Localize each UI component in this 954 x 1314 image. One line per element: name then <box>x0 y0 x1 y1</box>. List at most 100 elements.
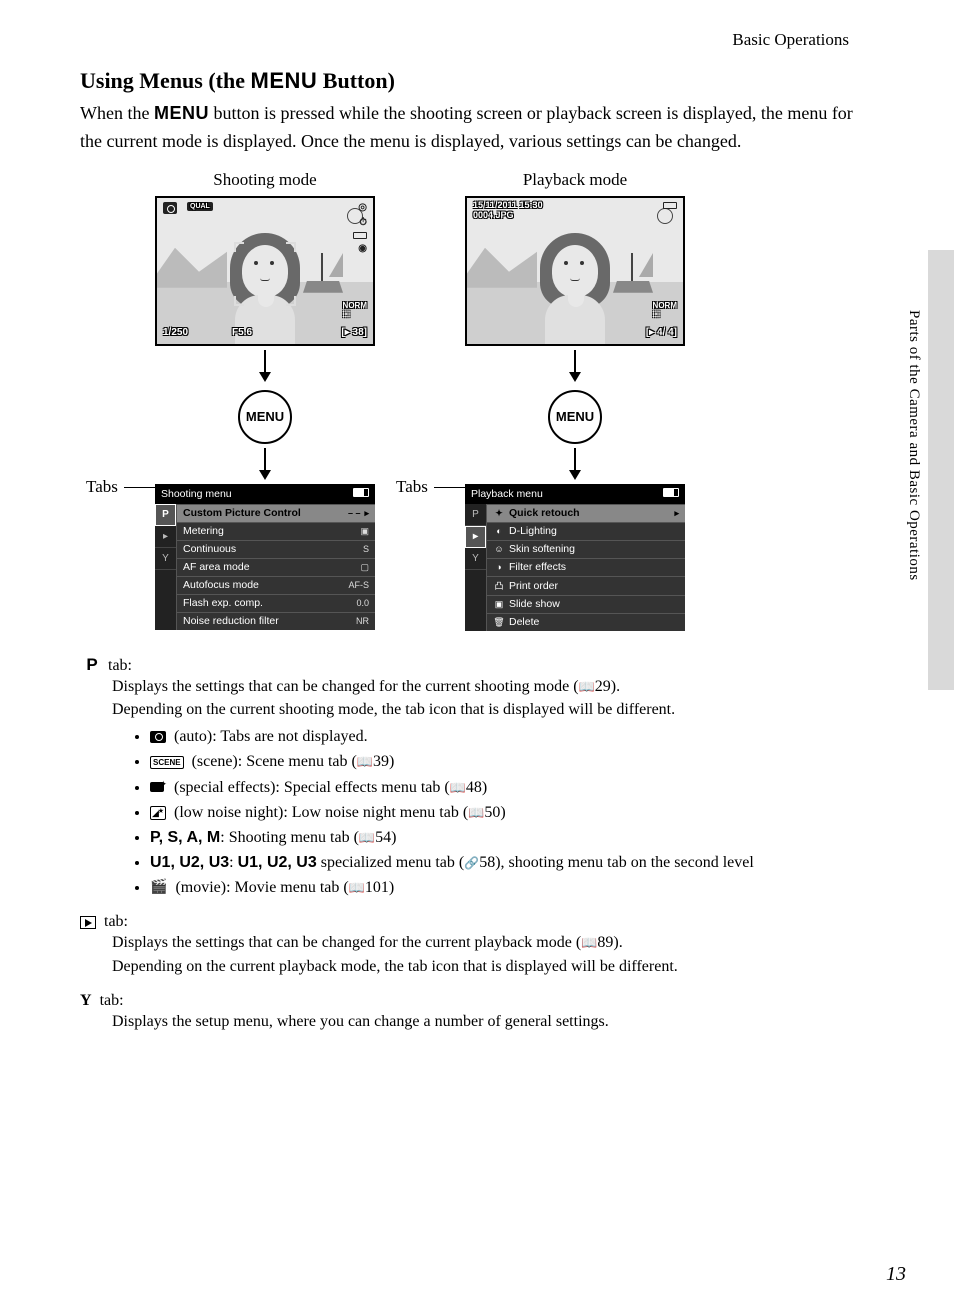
u-modes-2: U1, U2, U3 <box>238 854 317 871</box>
menu-item-value: – – <box>348 508 361 518</box>
menu-item-label: Print order <box>509 580 558 592</box>
menu-item-label: Filter effects <box>509 561 566 573</box>
bullet-user-modes: U1, U2, U3: U1, U2, U3 specialized menu … <box>150 851 874 874</box>
menu-item-value: S <box>363 544 369 554</box>
scene-icon: SCENE <box>150 756 184 770</box>
menu-item: ◐D-Lighting <box>487 522 685 540</box>
page-ref-89: 89). <box>597 934 622 951</box>
status-icons-right: ◎⏱ ◉ <box>353 202 367 254</box>
tabs-callout-label: Tabs <box>396 477 428 497</box>
bullet-lownoise: (low noise night): Low noise night menu … <box>150 801 874 824</box>
link-icon: 🔗 <box>464 856 479 870</box>
book-icon: 📖 <box>349 880 365 895</box>
tab-play: ▸ <box>155 526 176 548</box>
menu-item-label: Quick retouch <box>509 507 580 519</box>
menu-item: ✦ Quick retouch ▸ <box>487 504 685 522</box>
menu-title: Playback menu <box>471 488 543 500</box>
title-prefix: Using Menus (the <box>80 68 251 93</box>
psam-modes: P, S, A, M <box>150 829 220 846</box>
menu-button: MENU <box>548 390 602 444</box>
menu-item: ContinuousS <box>177 540 375 558</box>
page-ref-39: 39) <box>373 753 394 770</box>
page-ref-50: 50) <box>484 804 505 821</box>
battery-icon <box>663 488 679 500</box>
page-ref-48: 48) <box>466 779 487 796</box>
menu-item-label: Delete <box>509 616 539 628</box>
bullet-movie: 🎬 (movie): Movie menu tab (📖101) <box>150 876 874 899</box>
tab-strip: P ▸ Y <box>155 504 177 630</box>
tab-setup: Y <box>155 548 176 570</box>
camera-icon <box>150 731 166 743</box>
intro-menu-word: MENU <box>154 103 209 123</box>
norm-indicator: NORM⬚ <box>343 302 367 318</box>
tabs-callout-line <box>124 487 155 488</box>
menu-title: Shooting menu <box>161 488 232 500</box>
breadcrumb: Basic Operations <box>80 30 849 50</box>
menu-item-label: D-Lighting <box>509 525 557 537</box>
arrow-down <box>259 448 271 480</box>
menu-item-value: NR <box>356 616 369 626</box>
tab-p: P <box>465 504 486 526</box>
menu-button: MENU <box>238 390 292 444</box>
menu-item-value: AF-S <box>348 580 369 590</box>
menu-item-icon: ▣ <box>493 599 505 610</box>
title-menu-word: MENU <box>251 68 318 93</box>
bullet-scene: SCENE (scene): Scene menu tab (📖39) <box>150 750 874 773</box>
menu-item-label: Slide show <box>509 598 560 610</box>
menu-item-icon: 🗑 <box>493 617 505 628</box>
shutter-speed: 1/250 <box>163 327 188 338</box>
menu-item-label: Flash exp. comp. <box>183 597 263 609</box>
play-icon <box>80 916 96 929</box>
menu-item-value: ▣ <box>360 526 369 536</box>
menu-item: Flash exp. comp.0.0 <box>177 594 375 612</box>
menu-item: Noise reduction filterNR <box>177 612 375 630</box>
bullet-auto: (auto): Tabs are not displayed. <box>150 725 874 748</box>
menu-item: Autofocus mode AF-S <box>177 576 375 594</box>
book-icon: 📖 <box>468 805 484 820</box>
tabs-callout-label: Tabs <box>86 477 118 497</box>
book-icon: 📖 <box>579 679 595 694</box>
tab-word: tab: <box>100 992 124 1009</box>
menu-item-label: AF area mode <box>183 561 250 573</box>
caret-icon: ▸ <box>364 508 369 518</box>
setup-tab-description: Y tab: Displays the setup menu, where yo… <box>80 992 874 1034</box>
page-ref-29: 29). <box>595 678 620 695</box>
book-icon: 📖 <box>357 754 373 769</box>
tab-strip: P ▸ Y <box>465 504 487 631</box>
intro-paragraph: When the MENU button is pressed while th… <box>80 100 874 156</box>
page-ref-58: 58), shooting menu tab on the second lev… <box>479 854 754 871</box>
playback-column: Playback mode 15/11/2011 15:30 0004.JPG <box>450 170 700 631</box>
menu-item-icon: ✦ <box>493 508 505 519</box>
playback-menu-panel: Playback menu P ▸ Y ✦ Quick retouch ▸ ◐D-Li… <box>465 484 685 631</box>
date-time: 15/11/2011 15:30 0004.JPG <box>473 201 543 221</box>
low-noise-icon <box>150 806 166 820</box>
shooting-column: Shooting mode <box>140 170 390 631</box>
menu-item-label: Custom Picture Control <box>183 507 301 519</box>
menu-item: AF area mode ▢ <box>177 558 375 576</box>
page-number: 13 <box>886 1263 906 1286</box>
menu-item: Metering▣ <box>177 522 375 540</box>
menu-item-label: Autofocus mode <box>183 579 259 591</box>
book-icon: 📖 <box>450 780 466 795</box>
arrow-down <box>259 350 271 382</box>
arrow-down <box>569 448 581 480</box>
norm-indicator: NORM⬚ <box>653 302 677 318</box>
wrench-icon: Y <box>80 992 92 1010</box>
book-icon: 📖 <box>581 935 597 950</box>
menu-item-value: ▢ <box>360 562 369 572</box>
battery-icon <box>353 488 369 500</box>
tab-setup: Y <box>465 548 486 570</box>
bullet-psam: P, S, A, M: Shooting menu tab (📖54) <box>150 826 874 849</box>
image-counter: [▸ 4/ 4] <box>646 327 677 338</box>
tab-p: P <box>155 504 176 526</box>
tab-word: tab: <box>104 913 128 930</box>
menu-item: ◑Filter effects <box>487 558 685 576</box>
caret-icon: ▸ <box>674 508 679 518</box>
shooting-screen: QUAL ◎⏱ ◉ NORM⬚ 1/250 F5.6 [▸ 38] <box>155 196 375 346</box>
p-tab-letter: P <box>80 655 104 675</box>
menu-item: Custom Picture Control – –▸ <box>177 504 375 522</box>
page-ref-54: 54) <box>375 829 396 846</box>
special-effects-icon <box>150 781 166 795</box>
status-icons-right <box>663 202 677 209</box>
page-title: Using Menus (the MENU Button) <box>80 68 874 94</box>
